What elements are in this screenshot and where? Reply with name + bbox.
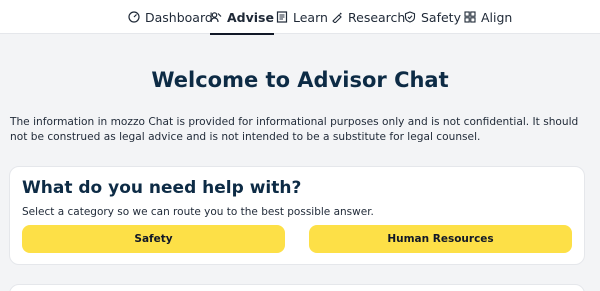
card-title: What do you need help with? <box>22 178 302 198</box>
nav-item-align[interactable]: Align <box>464 0 512 34</box>
nav-item-label: Learn <box>293 9 328 25</box>
nav-item-label: Dashboard <box>145 9 213 25</box>
nav-item-dashboard[interactable]: Dashboard <box>128 0 213 34</box>
nav-item-label: Safety <box>421 9 461 25</box>
shield-icon <box>404 11 416 23</box>
dashboard-icon <box>128 11 140 23</box>
page-title: Welcome to Advisor Chat <box>151 68 449 92</box>
disclaimer-text: The information in mozzo Chat is provide… <box>10 116 579 143</box>
nav-item-learn[interactable]: Learn <box>276 0 328 34</box>
align-icon <box>464 11 476 23</box>
nav-item-label: Align <box>481 9 513 25</box>
category-button-human-resources[interactable]: Human Resources <box>309 225 572 253</box>
nav-item-research[interactable]: Research <box>331 0 405 34</box>
advise-icon <box>210 12 222 23</box>
learn-icon <box>276 11 288 23</box>
next-card <box>9 284 585 291</box>
research-icon <box>332 12 342 23</box>
nav-item-label: Advise <box>227 9 274 25</box>
top-navigation: Dashboard Advise Learn Research Safety A… <box>0 0 600 35</box>
category-button-safety[interactable]: Safety <box>22 225 285 253</box>
nav-item-label: Research <box>348 9 406 25</box>
nav-item-safety[interactable]: Safety <box>404 0 461 34</box>
card-subtitle: Select a category so we can route you to… <box>22 206 374 218</box>
help-category-card: What do you need help with? Select a cat… <box>9 166 585 265</box>
nav-item-advise[interactable]: Advise <box>210 0 274 35</box>
